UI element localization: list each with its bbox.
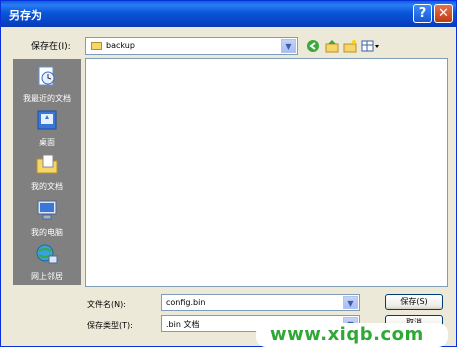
place-recent-documents[interactable]: 我最近的文档 bbox=[13, 65, 81, 105]
save-button[interactable]: 保存(S) bbox=[385, 294, 443, 310]
save-in-dropdown[interactable]: backup ▼ bbox=[85, 37, 298, 55]
title-bar[interactable]: 另存为 ? ✕ bbox=[1, 1, 456, 27]
desktop-icon bbox=[35, 109, 59, 131]
place-label: 桌面 bbox=[39, 138, 55, 147]
file-list-view[interactable] bbox=[85, 58, 448, 287]
new-folder-icon[interactable] bbox=[343, 39, 357, 53]
view-menu-icon[interactable] bbox=[361, 39, 381, 53]
help-button[interactable]: ? bbox=[413, 4, 432, 23]
back-icon[interactable] bbox=[306, 39, 320, 53]
recent-documents-icon bbox=[35, 65, 59, 87]
my-documents-icon bbox=[35, 153, 59, 175]
up-folder-icon[interactable] bbox=[325, 39, 339, 53]
place-label: 我的电脑 bbox=[31, 228, 63, 237]
save-in-label: 保存在(I): bbox=[31, 42, 71, 52]
save-as-dialog: 另存为 ? ✕ 保存在(I): backup ▼ 我最近的文档 桌面 我的文档 … bbox=[0, 0, 457, 347]
place-desktop[interactable]: 桌面 bbox=[13, 109, 81, 149]
watermark: www.xiqb.com bbox=[256, 323, 448, 347]
file-name-value: config.bin bbox=[166, 298, 206, 307]
save-type-label: 保存类型(T): bbox=[87, 321, 133, 330]
watermark-text: www.xiqb.com bbox=[270, 324, 424, 345]
window-title: 另存为 bbox=[9, 9, 42, 22]
place-network[interactable]: 网上邻居 bbox=[13, 243, 81, 283]
folder-icon bbox=[91, 42, 102, 50]
file-name-input[interactable]: config.bin ▼ bbox=[161, 294, 360, 311]
save-type-value: .bin 文档 bbox=[166, 320, 200, 329]
place-my-computer[interactable]: 我的电脑 bbox=[13, 199, 81, 239]
file-name-label: 文件名(N): bbox=[87, 300, 126, 309]
place-label: 网上邻居 bbox=[31, 272, 63, 281]
my-computer-icon bbox=[35, 199, 59, 221]
chevron-down-icon[interactable]: ▼ bbox=[343, 296, 358, 309]
save-in-value: backup bbox=[106, 41, 135, 50]
places-bar: 我最近的文档 桌面 我的文档 我的电脑 网上邻居 bbox=[13, 59, 81, 285]
place-my-documents[interactable]: 我的文档 bbox=[13, 153, 81, 193]
place-label: 我最近的文档 bbox=[23, 94, 71, 103]
network-places-icon bbox=[35, 243, 59, 265]
place-label: 我的文档 bbox=[31, 182, 63, 191]
close-button[interactable]: ✕ bbox=[434, 4, 453, 23]
chevron-down-icon[interactable]: ▼ bbox=[281, 39, 296, 53]
